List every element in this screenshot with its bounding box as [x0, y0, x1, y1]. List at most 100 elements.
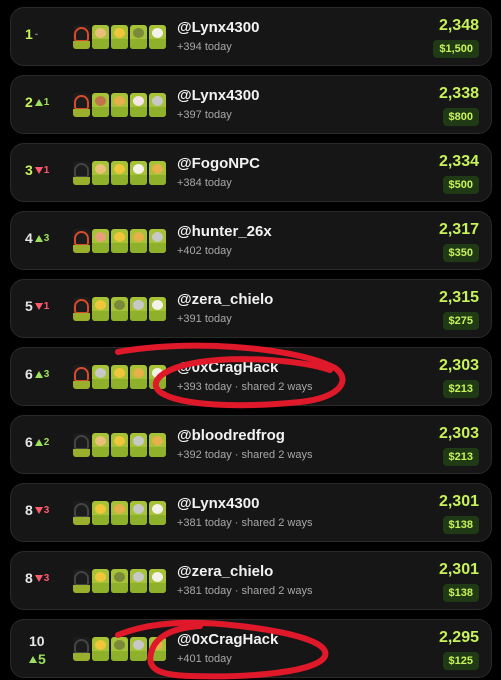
- avatar: [92, 297, 109, 321]
- score: 2,295: [438, 629, 479, 646]
- username[interactable]: @zera_chielo: [177, 563, 273, 580]
- avatar: [92, 433, 109, 457]
- arrow-down-icon: [34, 506, 43, 514]
- avatar: [111, 637, 128, 661]
- username[interactable]: @Lynx4300: [177, 19, 259, 36]
- avatar: [130, 569, 147, 593]
- username[interactable]: @FogoNPC: [177, 155, 260, 172]
- avatar: [73, 569, 90, 593]
- rank-number: 6: [25, 366, 33, 382]
- leaderboard-row[interactable]: 8 3 @zera_chielo +381 today · shared 2 w…: [10, 551, 492, 610]
- score: 2,338: [438, 85, 479, 102]
- rank-change: 1: [43, 300, 50, 312]
- avatar: [130, 365, 147, 389]
- avatar-group: [73, 433, 166, 457]
- score: 2,334: [438, 153, 479, 170]
- score: 2,301: [438, 561, 479, 578]
- avatar: [130, 93, 147, 117]
- daily-gain: +402 today: [177, 245, 232, 257]
- rank-change: 5: [38, 651, 46, 667]
- avatar: [73, 501, 90, 525]
- avatar: [111, 365, 128, 389]
- avatar: [111, 229, 128, 253]
- username[interactable]: @Lynx4300: [177, 87, 259, 104]
- avatar: [111, 297, 128, 321]
- avatar: [149, 229, 166, 253]
- leaderboard-row[interactable]: 6 2 @bloodredfrog +392 today · shared 2 …: [10, 415, 492, 474]
- rank-change: 1: [43, 164, 50, 176]
- avatar: [92, 365, 109, 389]
- leaderboard-row[interactable]: 8 3 @Lynx4300 +381 today · shared 2 ways…: [10, 483, 492, 542]
- daily-gain: +394 today: [177, 41, 232, 53]
- daily-gain: +397 today: [177, 109, 232, 121]
- leaderboard-row[interactable]: 4 3 @hunter_26x +402 today 2,317 $350: [10, 211, 492, 270]
- avatar: [92, 161, 109, 185]
- rank-cell: 5 1: [25, 298, 49, 314]
- avatar: [73, 25, 90, 49]
- avatar: [130, 433, 147, 457]
- username[interactable]: @0xCragHack: [177, 359, 278, 376]
- leaderboard: 1 - @Lynx4300 +394 today 2,348 $1,500 2 …: [0, 0, 501, 680]
- avatar: [73, 93, 90, 117]
- leaderboard-row[interactable]: 2 1 @Lynx4300 +397 today 2,338 $800: [10, 75, 492, 134]
- avatar: [130, 229, 147, 253]
- leaderboard-row[interactable]: 5 1 @zera_chielo +391 today 2,315 $275: [10, 279, 492, 338]
- avatar: [111, 161, 128, 185]
- rank-cell: 6 3: [25, 366, 49, 382]
- rank-cell: 8 3: [25, 502, 49, 518]
- rank-number: 1: [25, 26, 33, 42]
- rank-number: 10: [29, 633, 45, 649]
- daily-gain: +391 today: [177, 313, 232, 325]
- username[interactable]: @zera_chielo: [177, 291, 273, 308]
- avatar-group: [73, 297, 166, 321]
- score: 2,303: [438, 357, 479, 374]
- score: 2,303: [438, 425, 479, 442]
- rank-cell: 10 5: [29, 632, 46, 668]
- arrow-down-icon: [34, 574, 43, 582]
- leaderboard-row[interactable]: 10 5 @0xCragHack +401 today 2,295 $125: [10, 619, 492, 678]
- leaderboard-row[interactable]: 3 1 @FogoNPC +384 today 2,334 $500: [10, 143, 492, 202]
- avatar: [130, 501, 147, 525]
- rank-number: 3: [25, 162, 33, 178]
- prize-badge: $1,500: [433, 40, 479, 58]
- avatar: [149, 93, 166, 117]
- arrow-up-icon: [34, 98, 43, 106]
- daily-gain: +393 today · shared 2 ways: [177, 381, 313, 393]
- daily-gain: +401 today: [177, 653, 232, 665]
- prize-badge: $275: [442, 312, 479, 330]
- username[interactable]: @0xCragHack: [177, 631, 278, 648]
- avatar: [111, 93, 128, 117]
- avatar: [149, 569, 166, 593]
- username[interactable]: @bloodredfrog: [177, 427, 285, 444]
- avatar: [111, 433, 128, 457]
- username[interactable]: @hunter_26x: [177, 223, 272, 240]
- avatar: [73, 365, 90, 389]
- prize-badge: $350: [442, 244, 479, 262]
- rank-number: 4: [25, 230, 33, 246]
- avatar-group: [73, 501, 166, 525]
- username[interactable]: @Lynx4300: [177, 495, 259, 512]
- avatar: [92, 569, 109, 593]
- daily-gain: +392 today · shared 2 ways: [177, 449, 313, 461]
- rank-cell: 1 -: [25, 26, 38, 42]
- leaderboard-row[interactable]: 6 3 @0xCragHack +393 today · shared 2 wa…: [10, 347, 492, 406]
- score: 2,301: [438, 493, 479, 510]
- daily-gain: +384 today: [177, 177, 232, 189]
- avatar: [149, 161, 166, 185]
- rank-cell: 3 1: [25, 162, 49, 178]
- avatar: [73, 433, 90, 457]
- score: 2,317: [438, 221, 479, 238]
- rank-change: 1: [43, 96, 50, 108]
- arrow-down-icon: [34, 166, 43, 174]
- avatar-group: [73, 25, 166, 49]
- arrow-up-icon: [34, 370, 43, 378]
- avatar: [92, 93, 109, 117]
- rank-change: 2: [43, 436, 50, 448]
- rank-number: 8: [25, 502, 33, 518]
- leaderboard-row[interactable]: 1 - @Lynx4300 +394 today 2,348 $1,500: [10, 7, 492, 66]
- avatar: [149, 365, 166, 389]
- avatar: [92, 637, 109, 661]
- avatar: [111, 25, 128, 49]
- prize-badge: $800: [442, 108, 479, 126]
- avatar: [92, 25, 109, 49]
